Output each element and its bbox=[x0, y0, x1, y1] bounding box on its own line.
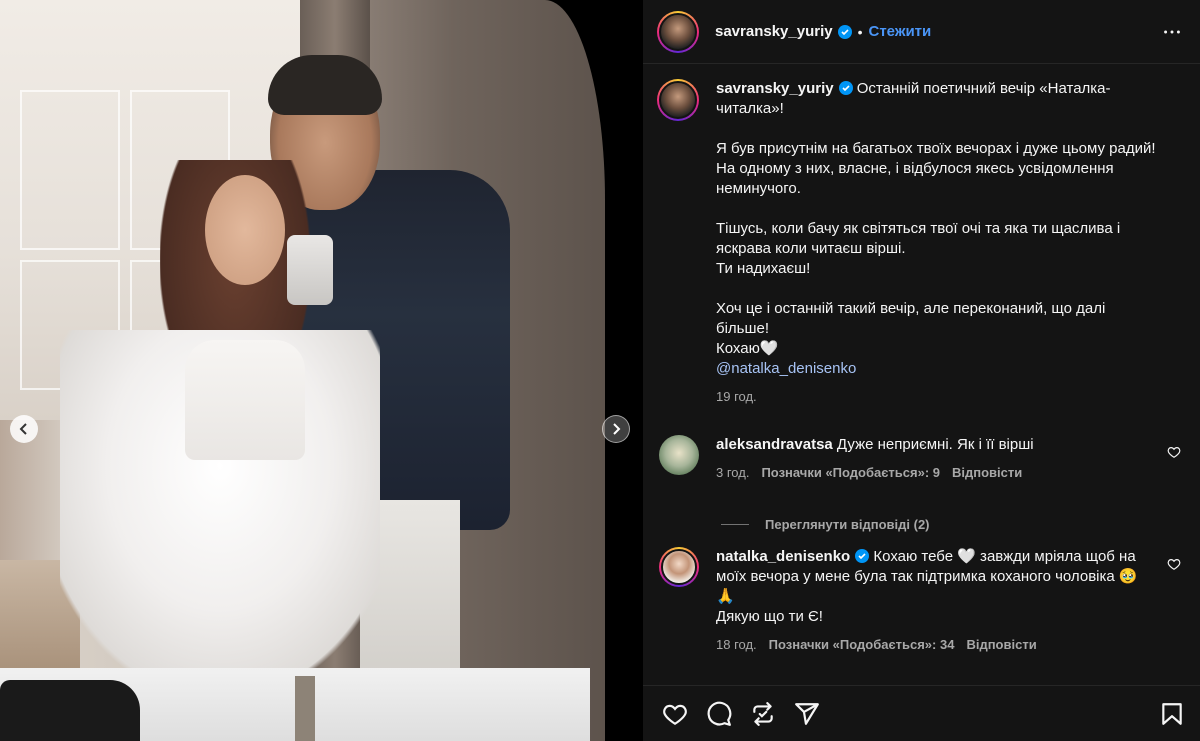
share-button[interactable] bbox=[793, 700, 821, 728]
reply-button[interactable]: Відповісти bbox=[952, 463, 1022, 483]
follow-button[interactable]: Стежити bbox=[869, 23, 932, 40]
black-bag bbox=[0, 680, 140, 741]
chevron-right-icon bbox=[613, 423, 621, 435]
view-replies-label: Переглянути відповіді (2) bbox=[765, 517, 930, 532]
bookmark-icon bbox=[1162, 702, 1182, 725]
post-photo bbox=[0, 0, 605, 741]
post-media[interactable] bbox=[0, 0, 643, 741]
tray bbox=[295, 676, 315, 741]
comment-likes[interactable]: Позначки «Подобається»: 9 bbox=[761, 463, 940, 483]
post-info-panel: savransky_yuriy • Стежити savransky_yuri… bbox=[643, 0, 1200, 741]
comment-icon bbox=[707, 701, 732, 726]
caption-paragraph: Ти надихаєш! bbox=[716, 260, 811, 277]
separator: • bbox=[857, 23, 863, 40]
comment-time[interactable]: 3 год. bbox=[716, 463, 749, 483]
caption: savransky_yuriy Останній поетичний вечір… bbox=[643, 65, 1200, 407]
comment-item: aleksandravatsa Дуже неприємні. Як і її … bbox=[657, 435, 1197, 483]
commenter-username[interactable]: aleksandravatsa bbox=[716, 436, 833, 453]
replies-line bbox=[721, 524, 749, 525]
comment-text: Дуже неприємні. Як і її вірші bbox=[836, 436, 1034, 453]
post-header: savransky_yuriy • Стежити bbox=[643, 0, 1200, 64]
heart-icon bbox=[663, 704, 687, 725]
verified-badge-icon bbox=[837, 24, 852, 39]
commenter-avatar[interactable] bbox=[659, 435, 699, 475]
verified-badge-icon bbox=[838, 81, 853, 95]
comments-section[interactable]: savransky_yuriy Останній поетичний вечір… bbox=[643, 65, 1200, 685]
save-button[interactable] bbox=[1158, 700, 1186, 728]
comment-likes[interactable]: Позначки «Подобається»: 34 bbox=[769, 635, 955, 655]
smartphone bbox=[287, 235, 333, 305]
repost-icon bbox=[753, 701, 773, 726]
next-photo-button[interactable] bbox=[602, 415, 630, 443]
caption-paragraph: Хоч це і останній такий вечір, але перек… bbox=[716, 300, 1106, 337]
woman-face bbox=[205, 175, 285, 285]
heart-icon[interactable] bbox=[1167, 557, 1181, 571]
heart-icon[interactable] bbox=[1167, 445, 1181, 459]
share-icon bbox=[795, 702, 819, 725]
chevron-left-icon bbox=[19, 423, 27, 435]
caption-paragraph: Тішусь, коли бачу як світяться твої очі … bbox=[716, 220, 1121, 257]
author-avatar[interactable] bbox=[657, 10, 699, 53]
view-replies-button[interactable]: Переглянути відповіді (2) bbox=[721, 517, 930, 532]
like-button[interactable] bbox=[661, 700, 689, 728]
caption-paragraph: Кохаю🤍 bbox=[716, 340, 779, 357]
commenter-avatar[interactable] bbox=[659, 547, 699, 587]
comment-item: natalka_denisenko Кохаю тебе 🤍 завжди мр… bbox=[657, 547, 1197, 655]
comment-text-line2: Дякую що ти Є! bbox=[716, 608, 823, 625]
caption-username[interactable]: savransky_yuriy bbox=[716, 80, 834, 97]
dress-bodice bbox=[185, 340, 305, 460]
previous-photo-button[interactable] bbox=[10, 415, 38, 443]
verified-badge-icon bbox=[855, 549, 870, 563]
comment-button[interactable] bbox=[705, 700, 733, 728]
caption-paragraph: Я був присутнім на багатьох твоїх вечора… bbox=[716, 140, 1156, 197]
comment-time[interactable]: 18 год. bbox=[716, 635, 757, 655]
action-bar bbox=[643, 685, 1200, 741]
more-options-button[interactable] bbox=[1160, 20, 1184, 44]
repost-button[interactable] bbox=[749, 700, 777, 728]
caption-time[interactable]: 19 год. bbox=[716, 387, 1156, 407]
more-icon bbox=[1164, 30, 1180, 33]
commenter-username[interactable]: natalka_denisenko bbox=[716, 548, 850, 565]
man-hair bbox=[268, 55, 382, 115]
author-username[interactable]: savransky_yuriy bbox=[715, 23, 833, 40]
reply-button[interactable]: Відповісти bbox=[966, 635, 1036, 655]
caption-avatar[interactable] bbox=[657, 79, 699, 121]
mention-link[interactable]: @natalka_denisenko bbox=[716, 360, 856, 377]
